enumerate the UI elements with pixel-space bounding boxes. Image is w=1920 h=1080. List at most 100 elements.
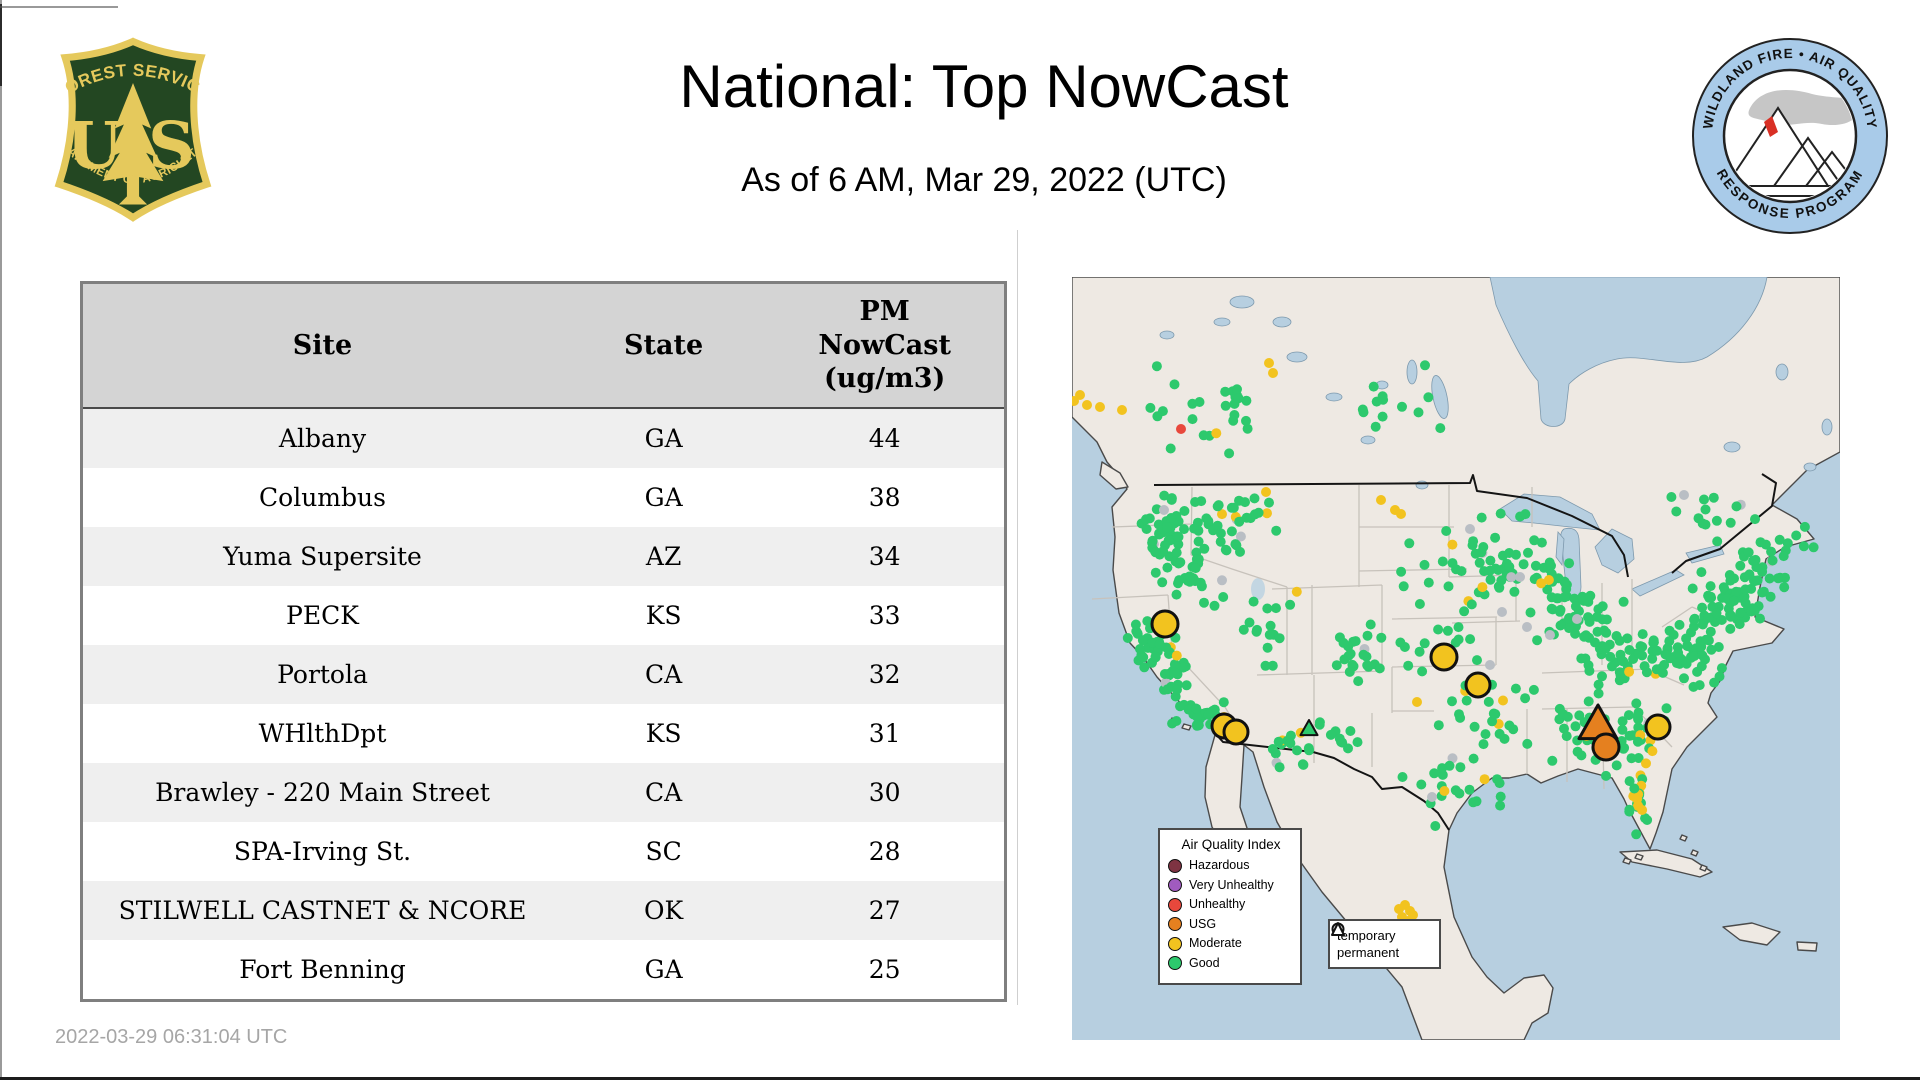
table-side-divider bbox=[1017, 230, 1018, 1005]
permanent-marker-icon bbox=[1331, 922, 1345, 936]
monitor-dot bbox=[1187, 398, 1198, 409]
monitor-dot bbox=[1253, 507, 1264, 518]
monitor-dot bbox=[1298, 759, 1309, 770]
site-cell: WHlthDpt bbox=[81, 704, 562, 763]
top-site-marker bbox=[1644, 713, 1672, 741]
state-cell: GA bbox=[561, 468, 766, 527]
monitor-dot bbox=[1135, 644, 1145, 654]
monitor-dot bbox=[1241, 415, 1251, 426]
monitor-dot bbox=[1694, 680, 1705, 691]
monitor-dot bbox=[1584, 665, 1595, 676]
top-site-marker bbox=[1222, 718, 1250, 746]
monitor-dot bbox=[1171, 547, 1182, 558]
monitor-dot bbox=[1518, 559, 1529, 570]
monitor-dot bbox=[1808, 542, 1819, 553]
monitor-dot bbox=[1358, 649, 1369, 660]
header: National: Top NowCast As of 6 AM, Mar 29… bbox=[0, 0, 1920, 199]
monitor-dot bbox=[1251, 626, 1262, 637]
monitor-dot bbox=[1711, 515, 1722, 526]
report-page: FOREST SERVICE U S DEPARTMENT OF AGRICUL… bbox=[0, 0, 1920, 1080]
monitor-dot bbox=[1478, 739, 1489, 750]
monitor-dot bbox=[1175, 557, 1186, 568]
monitor-dot bbox=[1414, 646, 1425, 657]
monitor-dot bbox=[1412, 697, 1422, 707]
monitor-dot bbox=[1371, 396, 1382, 407]
site-cell: PECK bbox=[81, 586, 562, 645]
monitor-dot bbox=[1274, 762, 1285, 773]
monitor-dot bbox=[1510, 683, 1521, 694]
monitor-dot bbox=[1468, 753, 1479, 764]
monitor-dot bbox=[1217, 575, 1227, 586]
monitor-dot bbox=[1397, 401, 1407, 412]
state-cell: OK bbox=[561, 881, 766, 940]
monitor-dot bbox=[1095, 402, 1105, 412]
monitor-dot bbox=[1261, 487, 1271, 497]
monitor-dot bbox=[1648, 635, 1659, 646]
monitor-dot bbox=[1166, 513, 1177, 523]
aqi-legend-label: Hazardous bbox=[1189, 858, 1250, 873]
monitor-dot bbox=[1352, 737, 1363, 748]
monitor-dot bbox=[1447, 696, 1457, 707]
monitor-dot bbox=[1714, 671, 1725, 682]
monitor-dot bbox=[1576, 653, 1587, 664]
monitor-dot bbox=[1705, 581, 1716, 592]
monitor-dot bbox=[1169, 379, 1180, 390]
monitor-dot bbox=[1504, 720, 1515, 731]
monitor-dot bbox=[1624, 645, 1635, 655]
monitor-dot bbox=[1169, 667, 1180, 678]
monitor-dot bbox=[1461, 695, 1472, 706]
site-cell: Portola bbox=[81, 645, 562, 704]
monitor-dot bbox=[1484, 565, 1495, 576]
monitor-dot bbox=[1162, 522, 1173, 533]
monitor-dot bbox=[1130, 619, 1141, 630]
pm-nowcast-cell: 28 bbox=[765, 822, 1006, 881]
monitor-dot bbox=[1509, 586, 1520, 597]
monitor-dot bbox=[1624, 776, 1635, 787]
monitor-dot bbox=[1632, 736, 1643, 747]
monitor-dot bbox=[1576, 750, 1587, 761]
monitor-dot bbox=[1414, 599, 1425, 609]
legend-item-temporary: temporary bbox=[1331, 922, 1435, 943]
page-title: National: Top NowCast bbox=[679, 53, 1289, 120]
aqi-legend-label: Moderate bbox=[1189, 936, 1242, 951]
monitor-dot bbox=[1468, 536, 1479, 547]
monitor-dot bbox=[1285, 599, 1296, 610]
legend-item-permanent: permanent bbox=[1331, 922, 1435, 960]
monitor-dot bbox=[1368, 381, 1379, 392]
very_unhealthy-swatch-icon bbox=[1168, 878, 1182, 892]
monitor-dot bbox=[1472, 655, 1482, 666]
monitor-dot bbox=[1601, 627, 1612, 638]
monitor-dot bbox=[1221, 545, 1232, 556]
monitor-dot bbox=[1497, 607, 1507, 617]
hazardous-swatch-icon bbox=[1168, 858, 1182, 873]
table-header-row: Site State PM NowCast (ug/m3) bbox=[81, 282, 1006, 409]
monitor-dot bbox=[1447, 539, 1458, 550]
aqi-legend-item: Moderate bbox=[1168, 936, 1294, 951]
aqi-legend-title: Air Quality Index bbox=[1181, 837, 1281, 852]
monitor-dot bbox=[1700, 504, 1711, 515]
pm-nowcast-cell: 34 bbox=[765, 527, 1006, 586]
monitor-dot bbox=[1515, 572, 1525, 582]
top-site-marker bbox=[1464, 671, 1492, 699]
monitor-dot bbox=[1362, 630, 1373, 641]
monitor-dot bbox=[1465, 524, 1475, 534]
monitor-dot bbox=[1572, 614, 1582, 624]
top-site-marker bbox=[1591, 732, 1621, 762]
monitor-dot bbox=[1601, 614, 1612, 625]
monitor-dot bbox=[1427, 792, 1437, 802]
column-header-pm-nowcast: PM NowCast (ug/m3) bbox=[765, 282, 1006, 409]
monitor-dot bbox=[1453, 622, 1464, 633]
monitor-dot bbox=[1203, 516, 1214, 527]
monitor-dot bbox=[1525, 607, 1536, 618]
monitor-dot bbox=[1344, 666, 1355, 677]
table-row: STILWELL CASTNET & NCORE OK 27 bbox=[81, 881, 1006, 940]
monitor-dot bbox=[1579, 631, 1590, 642]
monitor-dot bbox=[1215, 528, 1226, 539]
monitor-dot bbox=[1172, 684, 1182, 695]
monitor-dot bbox=[1626, 753, 1637, 764]
aqi-legend-label: USG bbox=[1189, 916, 1217, 931]
monitor-dot bbox=[1577, 591, 1588, 602]
monitor-dot bbox=[1435, 423, 1446, 434]
monitor-dot bbox=[1637, 805, 1648, 815]
usg-swatch-icon bbox=[1168, 917, 1182, 931]
